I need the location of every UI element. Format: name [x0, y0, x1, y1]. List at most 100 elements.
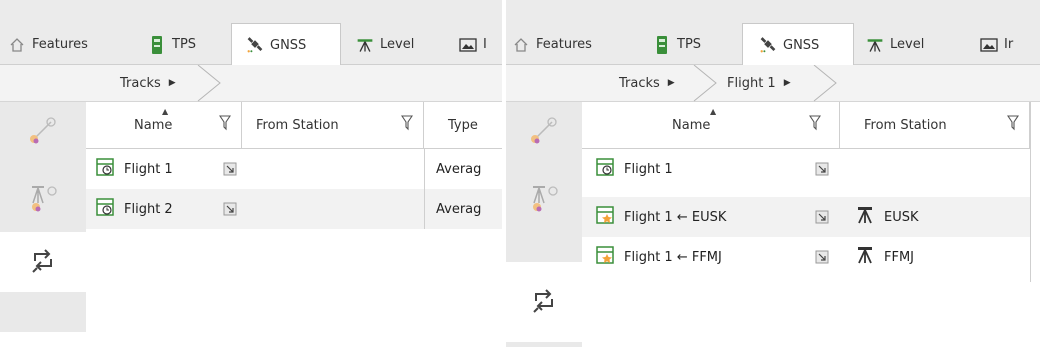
features-icon — [512, 36, 530, 54]
sync-arrows-icon — [26, 243, 60, 281]
filter-icon[interactable] — [400, 115, 414, 135]
tripod-station-icon — [856, 246, 874, 268]
sync-tracks-button[interactable] — [506, 262, 582, 342]
chevron-right-icon[interactable]: ▶ — [784, 78, 791, 88]
track-line-button[interactable] — [506, 102, 582, 162]
breadcrumb: Tracks ▶ Flight 1 ▶ — [506, 65, 1040, 102]
sort-ascending-icon: ▲ — [710, 107, 717, 116]
filter-icon[interactable] — [1006, 115, 1020, 135]
column-label: From Station — [864, 117, 947, 133]
track-line-icon — [527, 113, 561, 151]
tab-image[interactable]: I — [459, 24, 487, 65]
sync-arrows-icon — [527, 283, 561, 321]
name-cell: Flight 1 — [596, 158, 673, 180]
from-station-cell: FFMJ — [856, 246, 914, 268]
gnss-satellite-icon — [246, 36, 264, 54]
tab-image[interactable]: Ir — [980, 24, 1013, 65]
table-row[interactable]: Flight 1 — [582, 149, 1030, 189]
breadcrumb-label: Tracks — [120, 75, 161, 91]
tab-label: TPS — [677, 37, 702, 52]
name-cell: Flight 2 — [96, 198, 173, 220]
tab-label: Features — [536, 37, 592, 52]
name-cell: Flight 1 ← EUSK — [596, 206, 726, 228]
station-track-button[interactable] — [506, 170, 582, 230]
table-row[interactable]: Flight 2 Averag — [86, 189, 502, 229]
station-track-item-icon — [596, 206, 614, 228]
column-divider — [1030, 102, 1031, 282]
tab-gnss[interactable]: GNSS — [231, 23, 341, 66]
type-cell: Averag — [436, 202, 481, 217]
track-icon — [596, 158, 614, 180]
breadcrumb-tracks[interactable]: Tracks ▶ — [619, 65, 675, 101]
tab-label: Level — [380, 37, 415, 52]
filter-icon[interactable] — [808, 115, 822, 135]
side-toolbar — [506, 102, 582, 347]
column-header-name[interactable]: ▲ Name — [582, 102, 840, 149]
open-link-icon[interactable] — [223, 202, 237, 216]
tab-bar: Features TPS GNSS Level Ir — [506, 0, 1040, 66]
track-name: Flight 2 — [124, 201, 173, 217]
track-icon — [96, 158, 114, 180]
tab-label: I — [483, 37, 487, 52]
open-link-icon[interactable] — [815, 162, 829, 176]
tab-tps[interactable]: TPS — [148, 24, 196, 65]
track-name: Flight 1 — [124, 161, 173, 177]
sync-tracks-button[interactable] — [0, 232, 86, 292]
tab-bar: Features TPS GNSS Level I — [0, 0, 502, 66]
tripod-station-icon — [856, 206, 874, 228]
name-cell: Flight 1 — [96, 158, 173, 180]
filter-icon[interactable] — [218, 115, 232, 135]
station-name: EUSK — [884, 209, 919, 225]
column-label: Name — [134, 117, 173, 133]
track-line-icon — [26, 113, 60, 151]
tps-icon — [148, 35, 166, 54]
column-header-from-station[interactable]: From Station — [242, 102, 424, 149]
track-line-button[interactable] — [0, 102, 86, 162]
left-panel: Features TPS GNSS Level I Tracks ▶ ▲ Nam… — [0, 0, 502, 332]
chevron-right-icon[interactable]: ▶ — [169, 78, 176, 88]
tab-tps[interactable]: TPS — [653, 24, 701, 65]
from-station-cell: EUSK — [856, 206, 919, 228]
tps-icon — [653, 35, 671, 54]
column-header-type[interactable]: Type — [424, 102, 502, 149]
tab-features[interactable]: Features — [8, 24, 88, 65]
track-name: Flight 1 — [624, 161, 673, 177]
column-header-from-station[interactable]: From Station — [840, 102, 1030, 149]
tab-features[interactable]: Features — [512, 24, 592, 65]
column-label: From Station — [256, 117, 339, 133]
chevron-right-icon[interactable]: ▶ — [668, 78, 675, 88]
features-icon — [8, 36, 26, 54]
track-name: Flight 1 ← FFMJ — [624, 249, 722, 265]
tab-level[interactable]: Level — [866, 24, 924, 65]
table-row[interactable]: Flight 1 ← FFMJ FFMJ — [582, 237, 1030, 277]
tab-label: GNSS — [783, 37, 820, 53]
column-divider — [424, 149, 425, 229]
open-link-icon[interactable] — [815, 250, 829, 264]
right-panel: Features TPS GNSS Level Ir Tracks ▶ Flig… — [506, 0, 1040, 347]
column-header-name[interactable]: ▲ Name — [86, 102, 242, 149]
tab-gnss[interactable]: GNSS — [742, 23, 854, 66]
table-row[interactable]: Flight 1 Averag — [86, 149, 502, 189]
type-value: Averag — [436, 161, 482, 177]
column-label: Name — [672, 117, 711, 133]
breadcrumb-separator — [813, 65, 837, 102]
track-name: Flight 1 ← EUSK — [624, 209, 727, 225]
open-link-icon[interactable] — [815, 210, 829, 224]
breadcrumb-separator — [693, 65, 717, 102]
column-label: Type — [448, 117, 478, 133]
station-track-button[interactable] — [0, 170, 86, 230]
track-icon — [96, 198, 114, 220]
tab-label: Features — [32, 37, 88, 52]
level-icon — [866, 36, 884, 54]
breadcrumb: Tracks ▶ — [0, 65, 502, 102]
breadcrumb-tracks[interactable]: Tracks ▶ — [120, 65, 176, 101]
tracks-table: ▲ Name From Station Type Flight 1 Averag… — [86, 102, 502, 332]
tab-label: Ir — [1004, 37, 1014, 52]
breadcrumb-label: Flight 1 — [727, 75, 776, 91]
breadcrumb-flight-1[interactable]: Flight 1 ▶ — [727, 65, 791, 101]
open-link-icon[interactable] — [223, 162, 237, 176]
table-row[interactable]: Flight 1 ← EUSK EUSK — [582, 197, 1030, 237]
side-toolbar — [0, 102, 86, 332]
station-name: FFMJ — [884, 249, 915, 265]
tab-level[interactable]: Level — [356, 24, 414, 65]
